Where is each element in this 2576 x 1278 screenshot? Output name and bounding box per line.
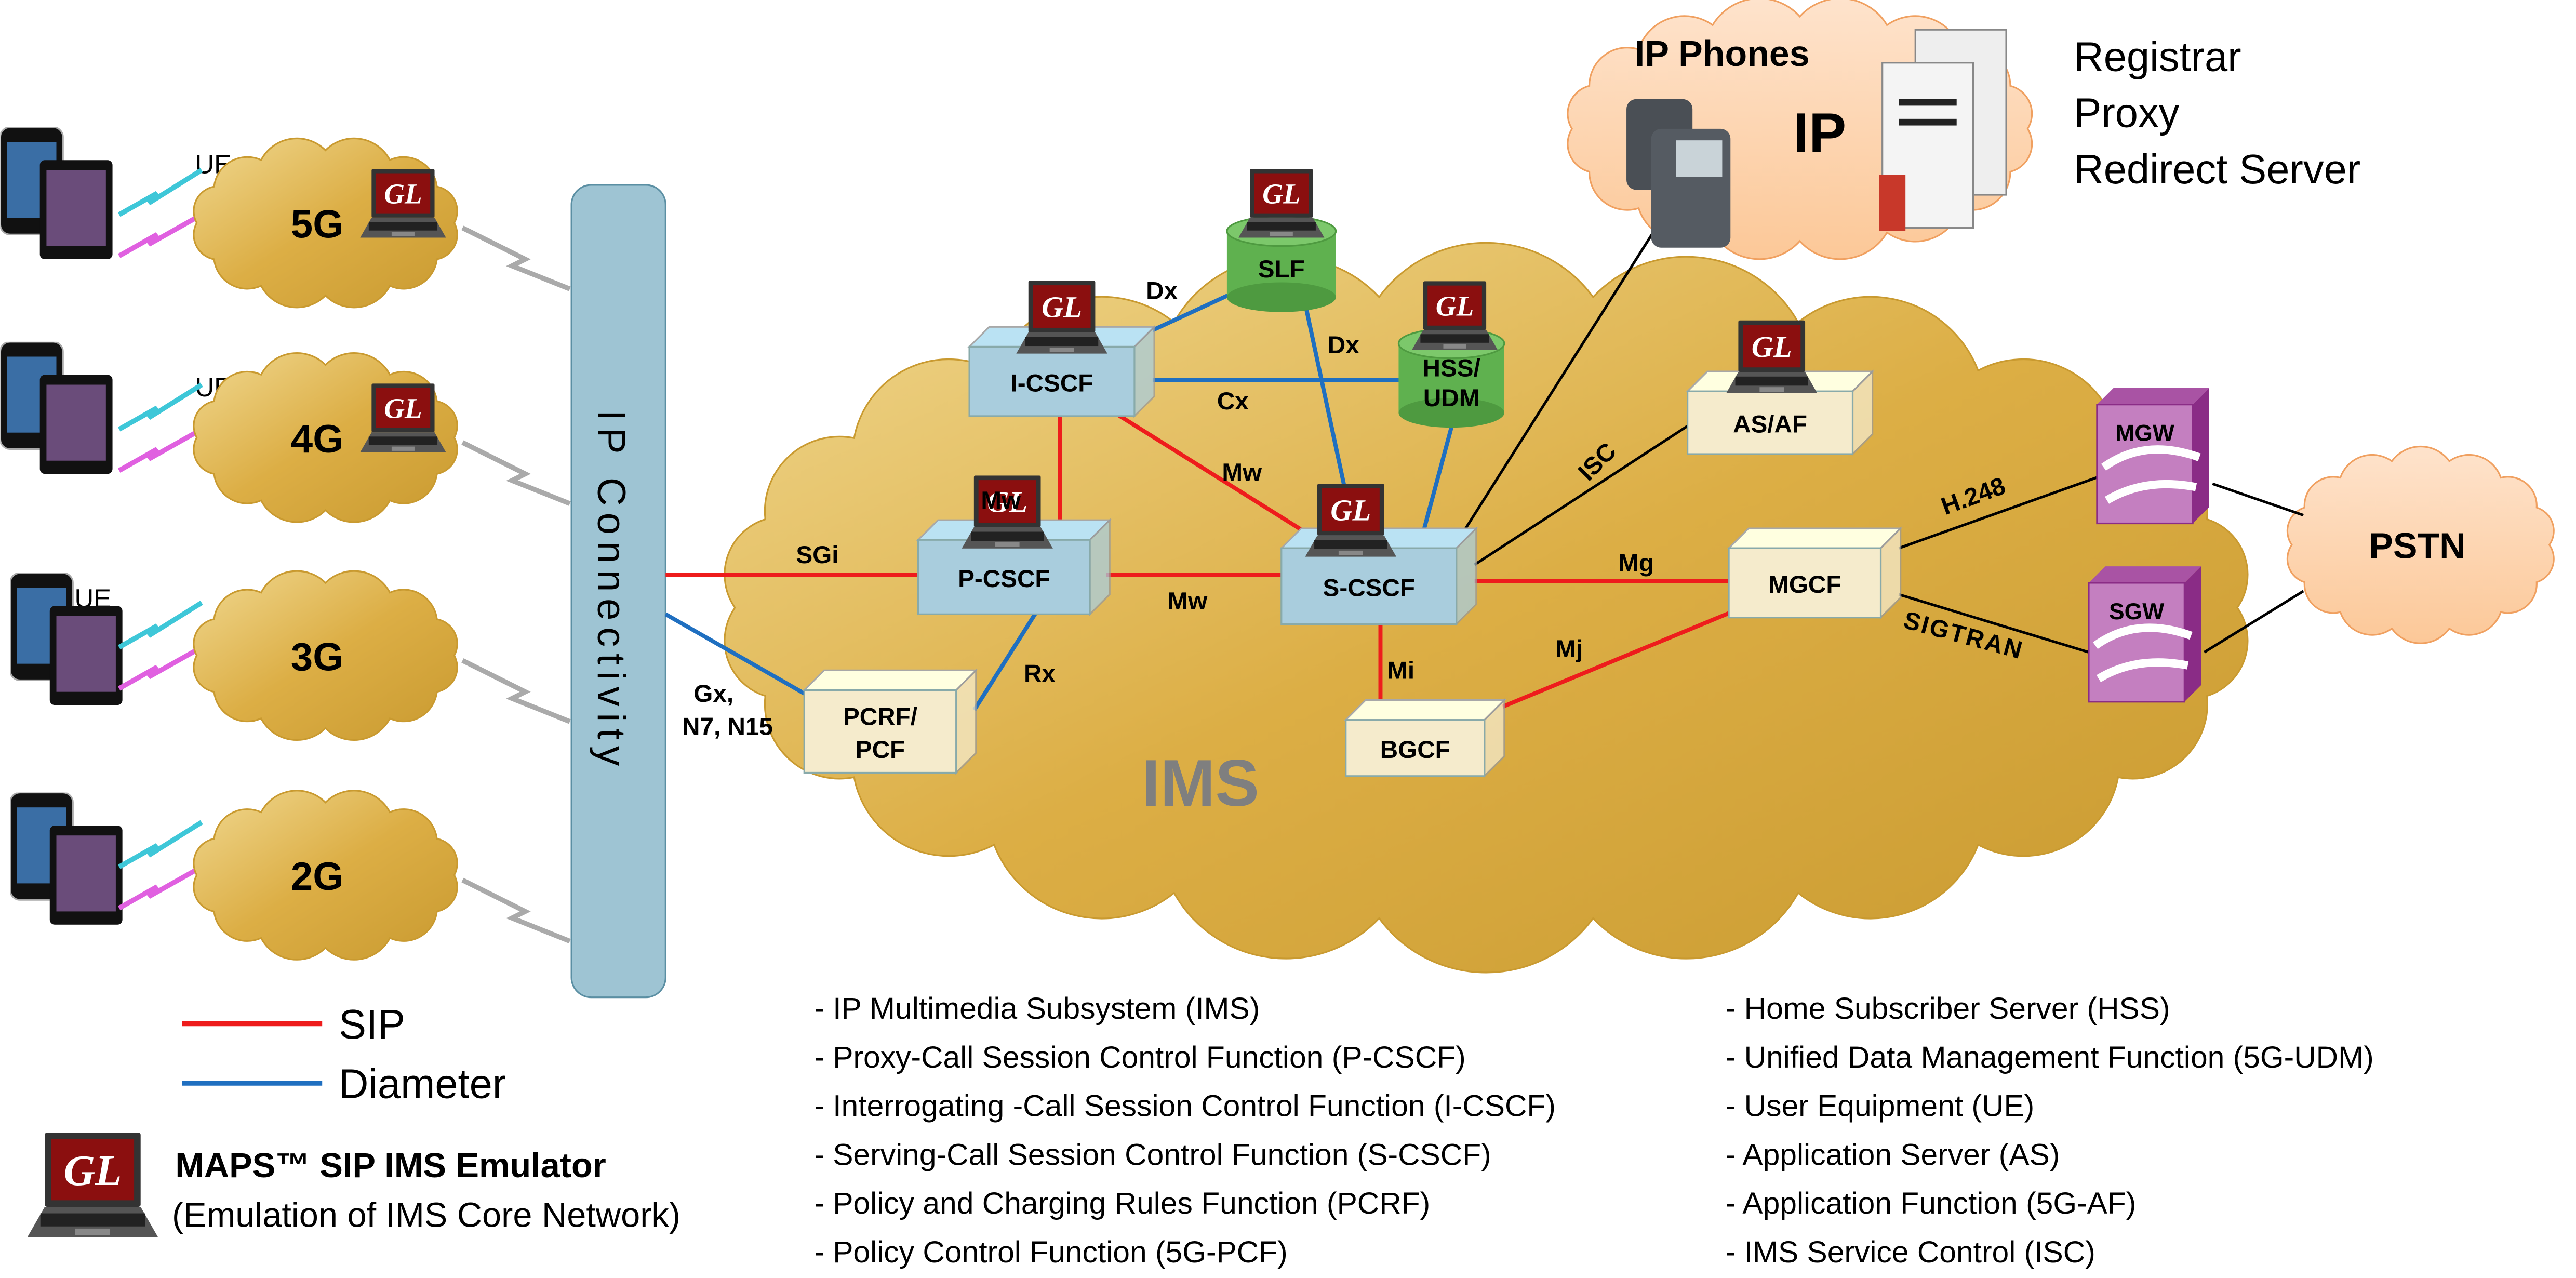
- gl-laptop-icon: [1411, 281, 1498, 350]
- node-label: AS/AF: [1733, 411, 1807, 438]
- abbreviation-item: - Policy and Charging Rules Function (PC…: [814, 1187, 1430, 1220]
- ip-connectivity-label: IP Connectivity: [589, 410, 633, 773]
- abbreviation-item: - Proxy-Call Session Control Function (P…: [814, 1041, 1465, 1074]
- wireless-link-icon: [117, 427, 203, 473]
- gl-laptop-icon: [1016, 281, 1107, 354]
- mgw-pstn-link: [2212, 482, 2304, 517]
- server-role-label: Proxy: [2074, 90, 2179, 136]
- node-label: SGW: [2109, 599, 2164, 624]
- link-bolt-icon: [461, 440, 571, 506]
- access-network-5g: UE5G: [0, 127, 571, 309]
- product-subtitle: (Emulation of IMS Core Network): [172, 1196, 680, 1234]
- mw-label-3: Mw: [1167, 588, 1208, 615]
- gl-laptop-icon: [1305, 484, 1396, 557]
- gl-laptop-icon: [360, 169, 446, 238]
- server-role-label: Redirect Server: [2074, 146, 2360, 192]
- product-title: MAPS™ SIP IMS Emulator: [175, 1147, 606, 1185]
- access-network-2g: UE2G: [10, 790, 571, 961]
- bgcf-node[interactable]: BGCF: [1343, 698, 1506, 778]
- abbreviation-item: - Serving-Call Session Control Function …: [814, 1138, 1491, 1172]
- pstn-label: PSTN: [2369, 525, 2465, 566]
- ip-phones-title: IP Phones: [1635, 33, 1810, 74]
- legend-diameter-label: Diameter: [339, 1061, 506, 1107]
- gl-laptop-icon: [360, 383, 446, 452]
- dx-label-1: Dx: [1146, 277, 1178, 304]
- abbreviation-item: - Home Subscriber Server (HSS): [1726, 992, 2170, 1026]
- ims-network-diagram: GL IP Connectivity: [0, 0, 2555, 1269]
- network-generation-label: 3G: [291, 635, 344, 679]
- ue-device-icon: [0, 127, 114, 259]
- rx-label: Rx: [1024, 660, 1056, 688]
- node-label: P-CSCF: [958, 565, 1050, 593]
- network-generation-label: 4G: [291, 417, 344, 461]
- link-bolt-icon: [461, 225, 571, 291]
- wireless-link-icon: [117, 382, 203, 432]
- abbreviation-item: - IP Multimedia Subsystem (IMS): [814, 992, 1260, 1026]
- abbreviation-item: - Interrogating -Call Session Control Fu…: [814, 1089, 1556, 1123]
- node-label: PCF: [856, 736, 905, 764]
- access-network-4g: UE4G: [0, 341, 571, 523]
- pcrf-pcf-node[interactable]: PCRF/PCF: [802, 668, 978, 775]
- sgi-label: SGi: [796, 541, 838, 569]
- node-label: S-CSCF: [1323, 574, 1415, 602]
- mgw-node[interactable]: MGW: [2096, 388, 2209, 525]
- node-label: BGCF: [1380, 736, 1450, 764]
- node-label: UDM: [1423, 384, 1480, 412]
- wireless-link-icon: [117, 601, 203, 650]
- gx-label-2: N7, N15: [682, 713, 773, 740]
- node-label: MGW: [2115, 421, 2174, 446]
- wireless-link-icon: [117, 864, 203, 911]
- node-label: I-CSCF: [1011, 369, 1093, 397]
- abbreviation-item: - User Equipment (UE): [1726, 1089, 2035, 1123]
- server-role-label: Registrar: [2074, 34, 2241, 80]
- abbreviation-item: - IMS Service Control (ISC): [1726, 1235, 2095, 1269]
- wireless-link-icon: [117, 645, 203, 691]
- wireless-link-icon: [117, 168, 203, 217]
- mi-label: Mi: [1387, 657, 1414, 684]
- mg-label: Mg: [1618, 550, 1654, 577]
- abbreviation-item: - Application Server (AS): [1726, 1138, 2060, 1172]
- mj-label: Mj: [1555, 635, 1583, 663]
- abbreviation-item: - Policy Control Function (5G-PCF): [814, 1235, 1287, 1269]
- node-label: PCRF/: [843, 703, 917, 730]
- network-generation-label: 2G: [291, 855, 344, 899]
- gl-laptop-icon: [27, 1133, 158, 1237]
- gx-label-1: Gx,: [693, 680, 733, 708]
- mw-label-1: Mw: [981, 487, 1021, 514]
- wireless-link-icon: [117, 820, 203, 869]
- abbreviation-item: - Unified Data Management Function (5G-U…: [1726, 1041, 2374, 1074]
- sgw-node[interactable]: SGW: [2088, 566, 2201, 703]
- ue-device-icon: [0, 341, 114, 474]
- mw-label-2: Mw: [1222, 459, 1262, 486]
- cx-label: Cx: [1217, 388, 1249, 415]
- slf-node[interactable]: SLF: [1226, 169, 1337, 312]
- legend-sip-label: SIP: [339, 1001, 405, 1047]
- node-label: MGCF: [1768, 571, 1841, 598]
- network-generation-label: 5G: [291, 203, 344, 247]
- gl-laptop-icon: [1726, 320, 1818, 393]
- dx-label-2: Dx: [1328, 331, 1359, 359]
- ue-device-icon: [10, 792, 124, 925]
- abbreviation-item: - Application Function (5G-AF): [1726, 1187, 2137, 1220]
- ims-label: IMS: [1142, 746, 1259, 820]
- ip-label: IP: [1793, 101, 1846, 164]
- node-label: SLF: [1258, 256, 1305, 283]
- gl-laptop-icon: [1238, 169, 1325, 238]
- wireless-link-icon: [117, 212, 203, 258]
- node-label: HSS/: [1423, 355, 1480, 382]
- link-bolt-icon: [461, 877, 571, 944]
- mgcf-node[interactable]: MGCF: [1727, 526, 1903, 620]
- access-network-3g: UE3G: [10, 570, 571, 741]
- link-bolt-icon: [461, 658, 571, 724]
